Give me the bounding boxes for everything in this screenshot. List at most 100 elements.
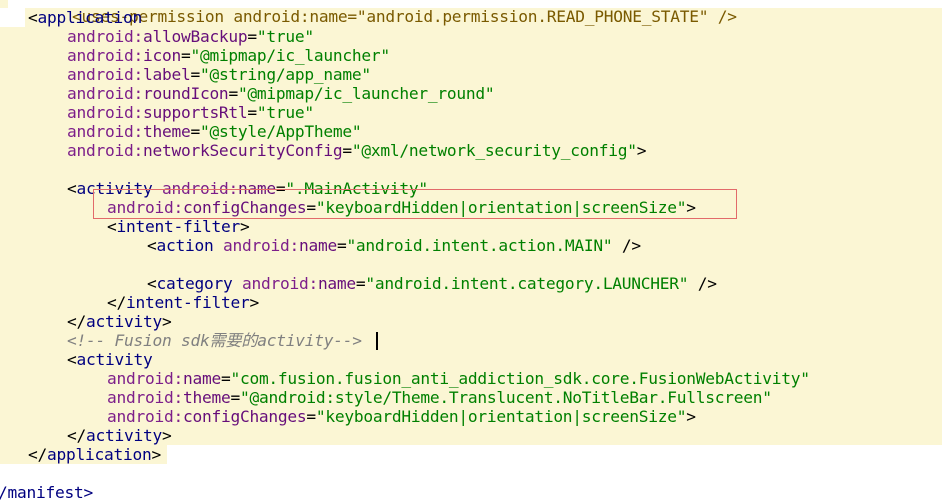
- attr-name: theme: [182, 388, 231, 407]
- code-fragment: <uses-permission android:name="android.p…: [71, 7, 737, 26]
- bracket: >: [686, 407, 696, 426]
- annotation-box: [93, 189, 737, 219]
- code-line: android:theme="@style/AppTheme": [67, 122, 362, 141]
- equals: =: [190, 65, 200, 84]
- bracket: >: [151, 445, 161, 464]
- code-line: android:configChanges="keyboardHidden|or…: [107, 407, 696, 426]
- attr-namespace: android:: [67, 46, 143, 65]
- tag-name: intent-filter: [116, 217, 241, 236]
- attr-value: "true": [256, 103, 314, 122]
- code-editor[interactable]: <uses-permission android:name="android.p…: [0, 0, 942, 502]
- code-line: <intent-filter>: [107, 217, 250, 236]
- equals: =: [342, 141, 352, 160]
- tag-name: activity: [76, 350, 153, 369]
- attr-namespace: android:: [107, 388, 183, 407]
- attr-name: label: [142, 65, 191, 84]
- bracket: >: [161, 426, 172, 445]
- bracket: />: [688, 274, 717, 293]
- bracket: <: [107, 217, 117, 236]
- attr-value: "@mipmap/ic_launcher_round": [237, 84, 495, 103]
- text-caret: [376, 332, 378, 350]
- code-line: <action android:name="android.intent.act…: [147, 236, 641, 255]
- equals: =: [190, 122, 200, 141]
- attr-name: name: [182, 369, 221, 388]
- attr-namespace: android:: [241, 274, 318, 293]
- bracket: </: [107, 293, 126, 312]
- equals: =: [230, 388, 240, 407]
- attr-value: "@android:style/Theme.Translucent.NoTitl…: [239, 388, 772, 407]
- code-line: <category android:name="android.intent.c…: [147, 274, 717, 293]
- equals: =: [228, 84, 238, 103]
- code-line: <activity: [67, 350, 153, 369]
- bracket: >: [161, 312, 172, 331]
- bracket: <: [147, 274, 157, 293]
- tag-name: category: [156, 274, 233, 293]
- code-line: android:supportsRtl="true": [67, 103, 314, 122]
- equals: =: [247, 103, 257, 122]
- tag-name: application: [47, 445, 152, 464]
- tag-name: action: [156, 236, 214, 255]
- attr-name: name: [298, 236, 337, 255]
- equals: =: [306, 407, 316, 426]
- attr-name: supportsRtl: [142, 103, 248, 122]
- tag-name: /manifest>: [0, 483, 93, 502]
- code-line: </application>: [28, 445, 161, 464]
- code-line: android:label="@string/app_name": [67, 65, 371, 84]
- bracket: </: [28, 445, 47, 464]
- code-line: android:networkSecurityConfig="@xml/netw…: [67, 141, 647, 160]
- attr-value: "android.intent.action.MAIN": [346, 236, 613, 255]
- attr-namespace: android:: [67, 27, 143, 46]
- attr-value: "@xml/network_security_config": [351, 141, 637, 160]
- code-line: <uses-permission android:name="android.p…: [34, 0, 737, 26]
- code-line: </activity>: [67, 426, 172, 445]
- tag-name: application: [37, 8, 143, 27]
- attr-name: configChanges: [182, 407, 307, 426]
- attr-value: "@style/AppTheme": [199, 122, 362, 141]
- code-line: </intent-filter>: [107, 293, 259, 312]
- code-comment: <!-- Fusion sdk需要的activity-->: [67, 331, 362, 350]
- bracket: <: [67, 179, 77, 198]
- tag-name: intent-filter: [126, 293, 250, 312]
- bracket: </: [67, 312, 86, 331]
- attr-namespace: android:: [222, 236, 299, 255]
- attr-name: networkSecurityConfig: [142, 141, 343, 160]
- code-line: </activity>: [67, 312, 172, 331]
- bracket: <: [147, 236, 157, 255]
- attr-namespace: android:: [67, 122, 143, 141]
- attr-value: "@string/app_name": [199, 65, 371, 84]
- attr-namespace: android:: [67, 84, 143, 103]
- tag-name: activity: [86, 312, 162, 331]
- code-line: android:name="com.fusion.fusion_anti_add…: [107, 369, 810, 388]
- attr-namespace: android:: [67, 65, 143, 84]
- bracket: >: [239, 217, 250, 236]
- attr-value: "com.fusion.fusion_anti_addiction_sdk.co…: [230, 369, 810, 388]
- attr-namespace: android:: [107, 407, 183, 426]
- attr-namespace: android:: [67, 103, 143, 122]
- code-line: android:roundIcon="@mipmap/ic_launcher_r…: [67, 84, 495, 103]
- bracket: </: [67, 426, 86, 445]
- scope-highlight: [0, 0, 8, 8]
- attr-value: "@mipmap/ic_launcher": [190, 46, 390, 65]
- tag-name: activity: [86, 426, 162, 445]
- code-line: <application: [28, 8, 142, 27]
- bracket: >: [249, 293, 259, 312]
- attr-name: allowBackup: [142, 27, 248, 46]
- attr-name: theme: [142, 122, 191, 141]
- code-line: android:allowBackup="true": [67, 27, 314, 46]
- attr-namespace: android:: [107, 369, 183, 388]
- equals: =: [336, 236, 347, 255]
- bracket: <: [28, 8, 38, 27]
- bracket: />: [612, 236, 641, 255]
- code-line: /manifest>: [0, 483, 93, 502]
- bracket: <: [67, 350, 77, 369]
- attr-value: "true": [256, 27, 314, 46]
- attr-name: icon: [142, 46, 181, 65]
- attr-name: name: [317, 274, 356, 293]
- code-line: android:theme="@android:style/Theme.Tran…: [107, 388, 772, 407]
- attr-value: "keyboardHidden|orientation|screenSize": [315, 407, 687, 426]
- bracket: >: [636, 141, 647, 160]
- equals: =: [247, 27, 257, 46]
- equals: =: [355, 274, 366, 293]
- attr-name: roundIcon: [142, 84, 229, 103]
- code-line: <!-- Fusion sdk需要的activity-->: [67, 331, 362, 350]
